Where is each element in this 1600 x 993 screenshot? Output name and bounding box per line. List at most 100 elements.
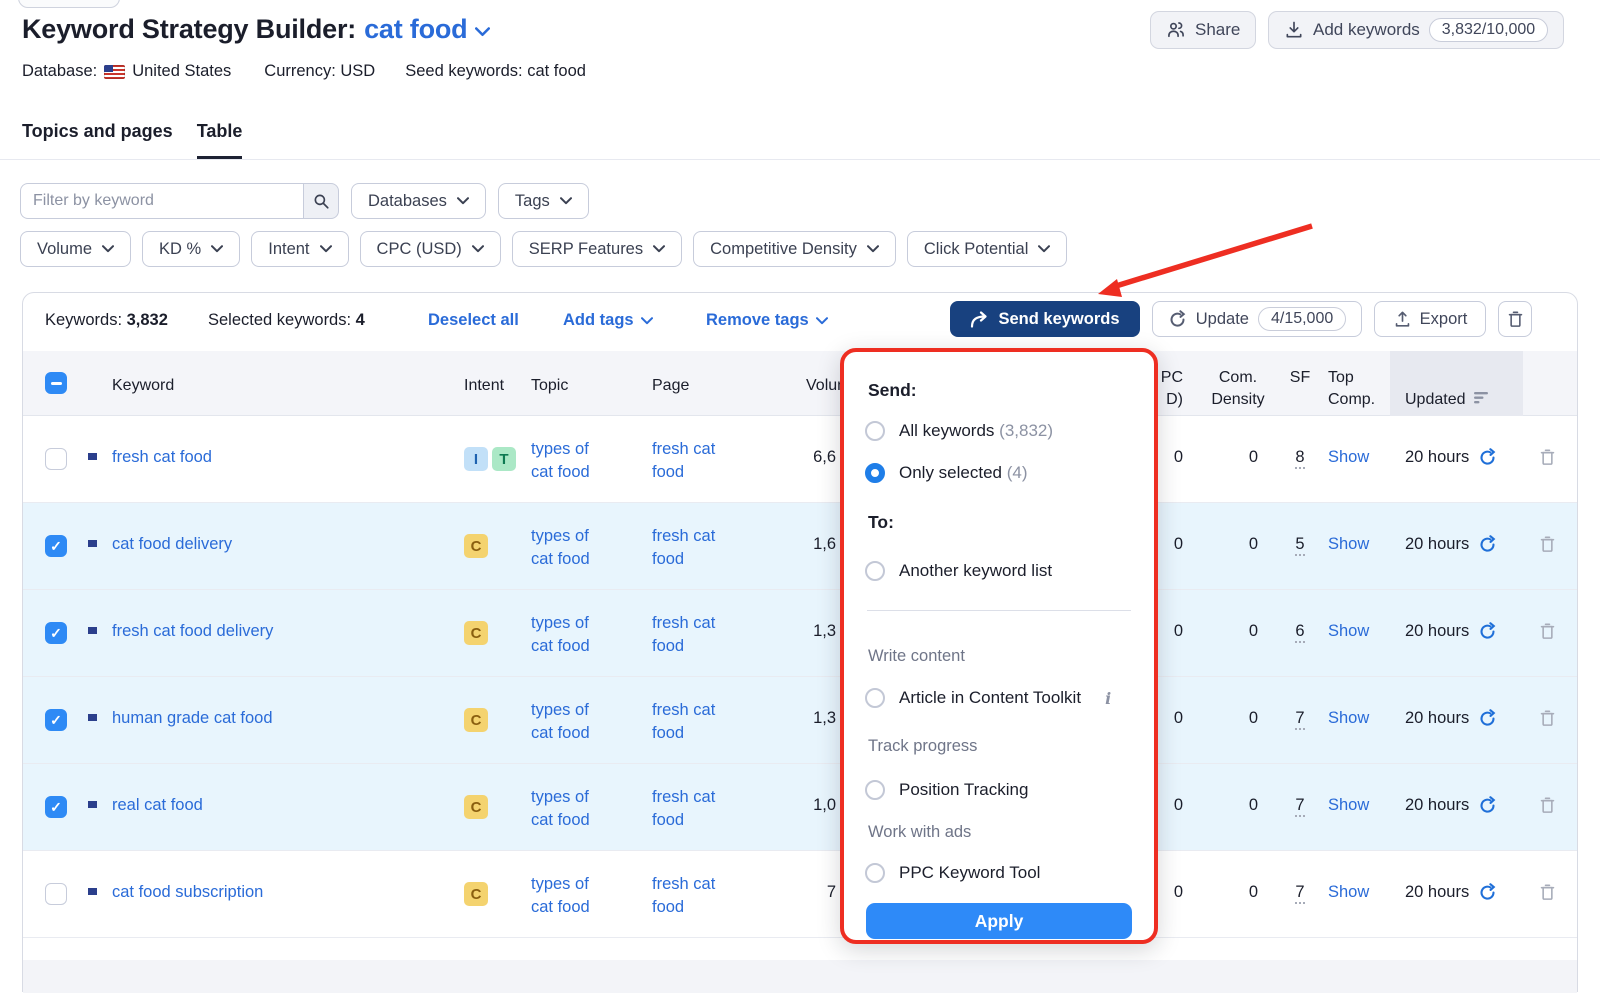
- filter-chip-serp-features[interactable]: SERP Features: [512, 231, 682, 267]
- option-only-selected[interactable]: Only selected (4): [865, 463, 1028, 483]
- option-all-keywords[interactable]: All keywords (3,832): [865, 421, 1053, 441]
- row-checkbox[interactable]: [45, 709, 67, 731]
- update-button[interactable]: Update 4/15,000: [1152, 301, 1362, 337]
- col-top-comp[interactable]: TopComp.: [1328, 367, 1375, 411]
- filter-chip-volume[interactable]: Volume: [20, 231, 131, 267]
- filter-chip-intent[interactable]: Intent: [251, 231, 348, 267]
- col-topic[interactable]: Topic: [531, 375, 568, 397]
- row-checkbox[interactable]: [45, 535, 67, 557]
- col-page[interactable]: Page: [652, 375, 689, 397]
- keyword-link[interactable]: cat food subscription: [112, 883, 263, 902]
- deselect-all-link[interactable]: Deselect all: [428, 311, 519, 330]
- option-position-tracking[interactable]: Position Tracking: [865, 780, 1028, 800]
- page-link[interactable]: fresh cat food: [652, 438, 736, 484]
- serp-features-count[interactable]: 6: [1281, 622, 1319, 641]
- topic-link[interactable]: types of cat food: [531, 873, 615, 919]
- keyword-link[interactable]: fresh cat food: [112, 448, 212, 467]
- top-competitors-show-link[interactable]: Show: [1328, 709, 1369, 728]
- radio-icon[interactable]: [865, 780, 885, 800]
- refresh-row-icon[interactable]: [1478, 448, 1497, 467]
- delete-row-icon[interactable]: [1538, 534, 1557, 554]
- row-checkbox[interactable]: [45, 796, 67, 818]
- search-button[interactable]: [303, 183, 339, 219]
- filter-chip-competitive-density[interactable]: Competitive Density: [693, 231, 896, 267]
- serp-features-count[interactable]: 8: [1281, 448, 1319, 467]
- radio-icon[interactable]: [865, 863, 885, 883]
- tab-topics-and-pages[interactable]: Topics and pages: [22, 121, 173, 159]
- col-intent[interactable]: Intent: [464, 375, 504, 397]
- col-com-density[interactable]: Com.Density: [1203, 367, 1273, 411]
- topic-link[interactable]: types of cat food: [531, 438, 615, 484]
- apply-button[interactable]: Apply: [866, 903, 1132, 939]
- topic-link[interactable]: types of cat food: [531, 786, 615, 832]
- top-competitors-show-link[interactable]: Show: [1328, 535, 1369, 554]
- delete-row-icon[interactable]: [1538, 708, 1557, 728]
- delete-list-button[interactable]: [1498, 301, 1532, 337]
- option-another-keyword-list[interactable]: Another keyword list: [865, 561, 1052, 581]
- col-updated[interactable]: Updated: [1405, 367, 1489, 411]
- info-icon[interactable]: i: [1105, 689, 1111, 708]
- page-link[interactable]: fresh cat food: [652, 699, 736, 745]
- keyword-link[interactable]: cat food delivery: [112, 535, 232, 554]
- delete-row-icon[interactable]: [1538, 795, 1557, 815]
- refresh-row-icon[interactable]: [1478, 709, 1497, 728]
- keyword-link[interactable]: human grade cat food: [112, 709, 273, 728]
- col-keyword[interactable]: Keyword: [112, 375, 174, 397]
- add-keywords-button[interactable]: Add keywords 3,832/10,000: [1268, 11, 1564, 49]
- filter-chip-click-potential[interactable]: Click Potential: [907, 231, 1068, 267]
- project-name[interactable]: cat food: [364, 14, 467, 45]
- radio-icon[interactable]: [865, 561, 885, 581]
- keyword-filter-input[interactable]: [20, 183, 303, 219]
- send-keywords-button[interactable]: Send keywords: [950, 301, 1140, 337]
- serp-features-count[interactable]: 7: [1281, 709, 1319, 728]
- select-all-checkbox[interactable]: [45, 372, 67, 394]
- serp-features-count[interactable]: 5: [1281, 535, 1319, 554]
- serp-features-count[interactable]: 7: [1281, 796, 1319, 815]
- row-checkbox[interactable]: [45, 883, 67, 905]
- tab-table[interactable]: Table: [197, 121, 243, 159]
- add-tags-dropdown[interactable]: Add tags: [563, 311, 653, 330]
- option-article-content-toolkit[interactable]: Article in Content Toolkit i: [865, 688, 1111, 708]
- updated-cell: 20 hours: [1405, 709, 1497, 728]
- delete-row-icon[interactable]: [1538, 882, 1557, 902]
- topic-link[interactable]: types of cat food: [531, 525, 615, 571]
- page-link[interactable]: fresh cat food: [652, 525, 736, 571]
- top-competitors-show-link[interactable]: Show: [1328, 796, 1369, 815]
- delete-row-icon[interactable]: [1538, 621, 1557, 641]
- top-competitors-show-link[interactable]: Show: [1328, 622, 1369, 641]
- refresh-row-icon[interactable]: [1478, 796, 1497, 815]
- remove-tags-dropdown[interactable]: Remove tags: [706, 311, 828, 330]
- col-sf[interactable]: SF: [1281, 367, 1319, 389]
- share-button[interactable]: Share: [1150, 11, 1256, 49]
- filter-chip-label: Competitive Density: [710, 240, 857, 259]
- refresh-row-icon[interactable]: [1478, 883, 1497, 902]
- row-checkbox[interactable]: [45, 622, 67, 644]
- page-link[interactable]: fresh cat food: [652, 873, 736, 919]
- radio-selected-icon[interactable]: [865, 463, 885, 483]
- row-checkbox[interactable]: [45, 448, 67, 470]
- top-competitors-show-link[interactable]: Show: [1328, 448, 1369, 467]
- delete-row-icon[interactable]: [1538, 447, 1557, 467]
- updated-value: 20 hours: [1405, 622, 1469, 641]
- filter-chip-kd[interactable]: KD %: [142, 231, 240, 267]
- chevron-down-icon: [457, 197, 469, 205]
- radio-icon[interactable]: [865, 688, 885, 708]
- page-link[interactable]: fresh cat food: [652, 786, 736, 832]
- filter-chip-cpc-usd[interactable]: CPC (USD): [360, 231, 501, 267]
- chevron-down-icon[interactable]: [475, 27, 490, 37]
- refresh-row-icon[interactable]: [1478, 622, 1497, 641]
- refresh-row-icon[interactable]: [1478, 535, 1497, 554]
- topic-link[interactable]: types of cat food: [531, 699, 615, 745]
- page-link[interactable]: fresh cat food: [652, 612, 736, 658]
- tags-filter-dropdown[interactable]: Tags: [498, 183, 589, 219]
- top-competitors-show-link[interactable]: Show: [1328, 883, 1369, 902]
- serp-features-count[interactable]: 7: [1281, 883, 1319, 902]
- updated-value: 20 hours: [1405, 796, 1469, 815]
- export-button[interactable]: Export: [1374, 301, 1486, 337]
- keyword-link[interactable]: fresh cat food delivery: [112, 622, 273, 641]
- radio-icon[interactable]: [865, 421, 885, 441]
- keyword-link[interactable]: real cat food: [112, 796, 203, 815]
- topic-link[interactable]: types of cat food: [531, 612, 615, 658]
- databases-filter-dropdown[interactable]: Databases: [351, 183, 486, 219]
- option-ppc-keyword-tool[interactable]: PPC Keyword Tool: [865, 863, 1040, 883]
